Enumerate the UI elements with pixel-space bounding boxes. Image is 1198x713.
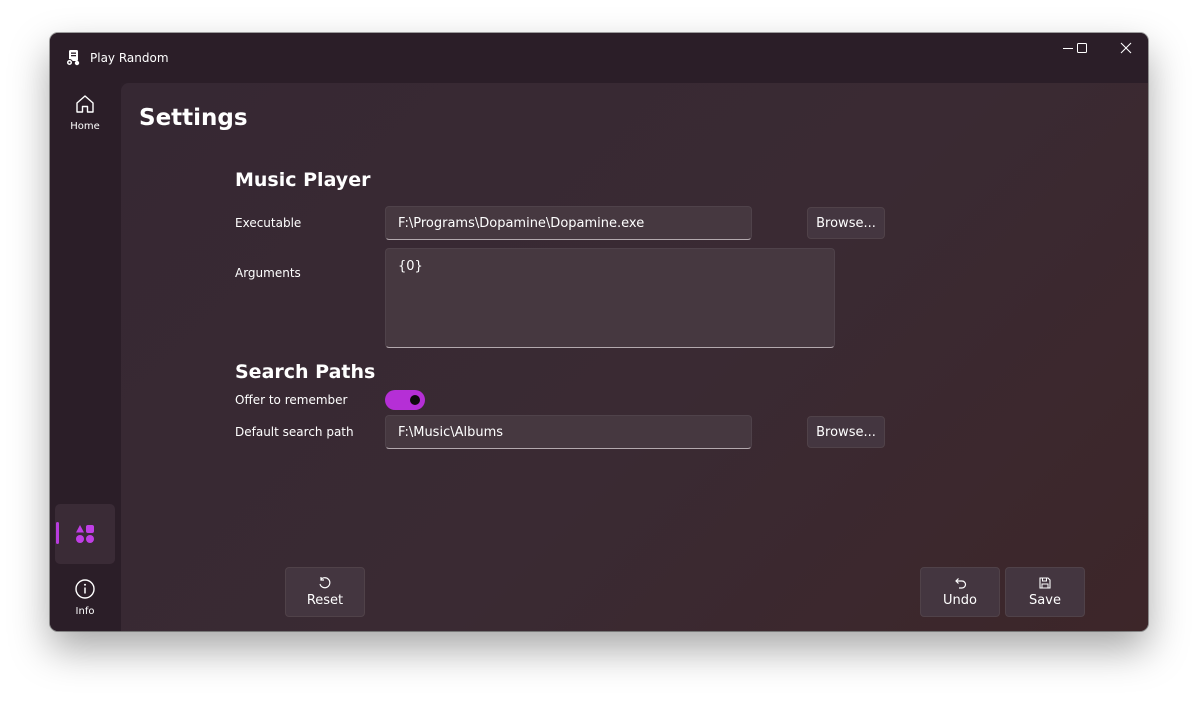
offer-to-remember-label: Offer to remember	[235, 393, 348, 407]
arguments-label: Arguments	[235, 266, 301, 280]
home-icon	[76, 95, 94, 113]
maximize-icon	[1077, 43, 1087, 53]
music-player-heading: Music Player	[235, 169, 371, 191]
toggle-knob	[410, 395, 420, 405]
close-button[interactable]	[1104, 33, 1148, 63]
info-icon	[75, 579, 95, 599]
sidebar-item-label: Home	[70, 121, 100, 132]
shapes-icon	[76, 525, 94, 543]
navigation-sidebar: Home Info	[50, 83, 121, 631]
undo-label: Undo	[943, 593, 977, 608]
default-search-path-label: Default search path	[235, 425, 354, 439]
offer-to-remember-toggle[interactable]	[385, 390, 425, 410]
search-paths-heading: Search Paths	[235, 361, 376, 383]
undo-button[interactable]: Undo	[920, 567, 1000, 617]
sidebar-item-label: Info	[75, 606, 95, 617]
app-logo-icon	[66, 50, 80, 66]
app-window: Play Random Home Info Settings Music Pla…	[50, 33, 1148, 631]
arguments-textarea[interactable]: {0}	[385, 248, 835, 348]
settings-page: Settings Music Player Executable F:\Prog…	[121, 83, 1148, 631]
save-button[interactable]: Save	[1005, 567, 1085, 617]
reset-button[interactable]: Reset	[285, 567, 365, 617]
search-path-browse-button[interactable]: Browse...	[807, 416, 885, 448]
sidebar-item-info[interactable]: Info	[55, 578, 115, 626]
default-search-path-input[interactable]: F:\Music\Albums	[385, 415, 752, 449]
undo-icon	[955, 578, 967, 589]
selection-indicator	[56, 522, 59, 544]
sidebar-item-home[interactable]: Home	[55, 93, 115, 141]
reset-icon	[319, 577, 331, 589]
maximize-button[interactable]	[1060, 33, 1104, 63]
executable-label: Executable	[235, 216, 302, 230]
executable-browse-button[interactable]: Browse...	[807, 207, 885, 239]
save-label: Save	[1029, 593, 1061, 608]
close-icon	[1120, 42, 1132, 54]
window-title: Play Random	[90, 51, 169, 65]
executable-input[interactable]: F:\Programs\Dopamine\Dopamine.exe	[385, 206, 752, 240]
reset-label: Reset	[306, 593, 344, 608]
save-icon	[1039, 577, 1051, 589]
page-title: Settings	[139, 105, 248, 131]
title-bar: Play Random	[50, 33, 1148, 83]
